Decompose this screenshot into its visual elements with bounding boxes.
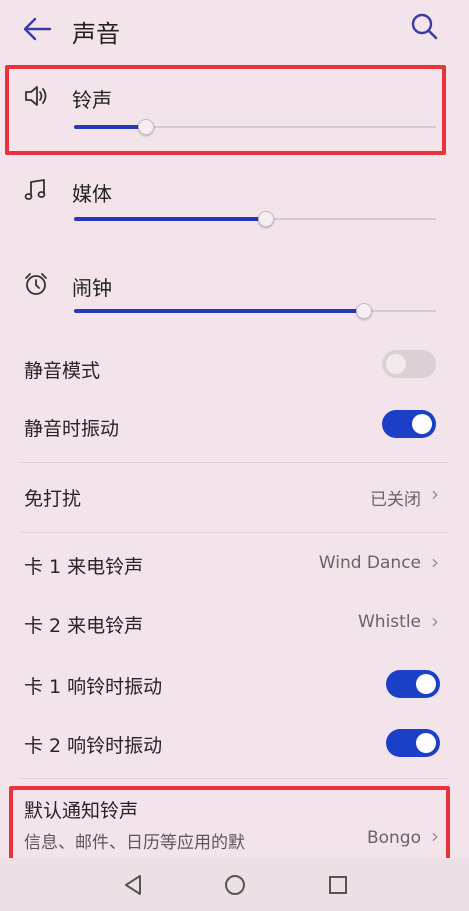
volume-row-media: 媒体 <box>0 172 469 232</box>
dnd-label: 免打扰 <box>24 488 82 510</box>
volume-row-alarm: 闹钟 <box>0 266 469 326</box>
alarm-clock-icon <box>25 273 47 295</box>
vibrate-silent-toggle[interactable] <box>382 410 436 438</box>
search-icon[interactable] <box>408 10 440 42</box>
page-title: 声音 <box>72 20 120 48</box>
slider-thumb[interactable] <box>257 211 274 227</box>
setting-row-dnd[interactable]: 免打扰 已关闭 › <box>0 474 469 518</box>
vibrate-silent-label: 静音时振动 <box>24 418 120 440</box>
setting-row-sim2-vibrate[interactable]: 卡 2 响铃时振动 <box>0 721 469 765</box>
chevron-right-icon: › <box>431 550 439 574</box>
volume-label-ringtone: 铃声 <box>72 88 112 112</box>
sim1-vibrate-toggle[interactable] <box>386 670 440 698</box>
sim2-vibrate-label: 卡 2 响铃时振动 <box>24 735 163 757</box>
divider <box>20 778 449 779</box>
system-nav-bar <box>0 858 469 911</box>
divider <box>20 462 449 463</box>
back-arrow-icon[interactable] <box>20 14 54 44</box>
nav-back-icon[interactable] <box>120 872 146 898</box>
sim2-ringtone-value: Whistle <box>357 612 421 632</box>
app-header: 声音 <box>0 0 469 62</box>
volume-label-alarm: 闹钟 <box>72 276 112 300</box>
nav-home-icon[interactable] <box>222 872 248 898</box>
sim1-ringtone-value: Wind Dance <box>318 553 421 573</box>
divider <box>20 532 449 533</box>
volume-row-ringtone: 铃声 <box>0 78 469 138</box>
volume-label-media: 媒体 <box>72 182 112 206</box>
nav-recents-icon[interactable] <box>325 872 351 898</box>
setting-row-sim1-ringtone[interactable]: 卡 1 来电铃声 Wind Dance › <box>0 542 469 586</box>
slider-thumb[interactable] <box>355 303 372 319</box>
volume-slider-media[interactable] <box>74 211 436 227</box>
sim1-vibrate-label: 卡 1 响铃时振动 <box>24 676 163 698</box>
music-note-icon <box>24 179 46 200</box>
chevron-right-icon: › <box>431 609 439 633</box>
sim2-ringtone-label: 卡 2 来电铃声 <box>24 615 144 637</box>
dnd-value: 已关闭 <box>370 490 421 510</box>
setting-row-sim2-ringtone[interactable]: 卡 2 来电铃声 Whistle › <box>0 601 469 645</box>
silent-mode-label: 静音模式 <box>24 360 101 382</box>
setting-row-sim1-vibrate[interactable]: 卡 1 响铃时振动 <box>0 662 469 706</box>
silent-mode-toggle[interactable] <box>382 350 436 378</box>
volume-slider-alarm[interactable] <box>74 303 436 319</box>
sim2-vibrate-toggle[interactable] <box>386 729 440 757</box>
sim1-ringtone-label: 卡 1 来电铃声 <box>24 556 144 578</box>
chevron-right-icon: › <box>431 482 439 506</box>
setting-row-vibrate-silent[interactable]: 静音时振动 <box>0 406 469 446</box>
speaker-icon <box>25 86 47 106</box>
setting-row-silent-mode[interactable]: 静音模式 <box>0 348 469 388</box>
volume-slider-ringtone[interactable] <box>74 119 436 135</box>
slider-thumb[interactable] <box>138 119 155 135</box>
highlight-box-notification <box>9 786 450 866</box>
